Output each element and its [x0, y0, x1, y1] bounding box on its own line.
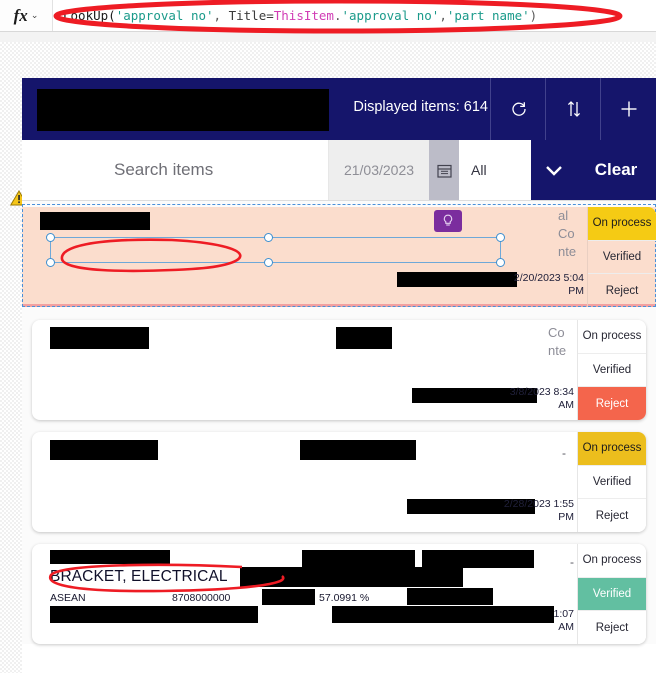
- status-verified-button[interactable]: Verified: [578, 465, 646, 500]
- lightbulb-icon: [443, 214, 453, 226]
- item-field-redacted: [407, 588, 493, 605]
- status-button-group: On process Verified Reject: [577, 432, 646, 532]
- item-field-redacted: [422, 550, 534, 568]
- item-dash: -: [570, 555, 574, 569]
- item-field-redacted: [262, 589, 315, 605]
- app-header: Displayed items: 614: [22, 78, 656, 140]
- fx-icon: fx: [13, 6, 28, 25]
- item-field-redacted: [397, 272, 517, 287]
- item-field-redacted: [240, 567, 463, 587]
- resize-handle[interactable]: [46, 233, 55, 242]
- formula-token-function: LookUp(: [63, 8, 116, 23]
- resize-handle[interactable]: [46, 258, 55, 267]
- item-truncated-text: al Co nte: [558, 208, 577, 259]
- formula-token-dot: .: [333, 8, 342, 23]
- item-field-redacted: [332, 606, 554, 623]
- list-item[interactable]: al Co nte 2/20/2023 5:04 PM On process V…: [22, 204, 656, 307]
- chevron-down-icon: [545, 166, 562, 176]
- calendar-button[interactable]: [429, 140, 459, 200]
- status-verified-button[interactable]: Verified: [578, 577, 646, 612]
- refresh-button[interactable]: [490, 78, 546, 140]
- status-on-process-button[interactable]: On process: [578, 544, 646, 578]
- item-date: 3/8/2023 8:34 AM: [509, 386, 574, 411]
- list-item[interactable]: - BRACKET, ELECTRICAL ASEAN 8708000000 5…: [32, 544, 646, 644]
- chevron-down-icon: ⌄: [30, 10, 39, 20]
- item-date: 2/20/2023 5:04 PM: [513, 272, 584, 297]
- formula-bar: fx ⌄ LookUp('approval no', Title=ThisIte…: [0, 0, 656, 32]
- resize-handle[interactable]: [496, 258, 505, 267]
- item-part-name: BRACKET, ELECTRICAL: [50, 568, 228, 585]
- item-title-redacted: [50, 327, 149, 349]
- formula-token-title: Title=: [228, 8, 274, 23]
- formula-input[interactable]: LookUp('approval no', Title=ThisItem.'ap…: [53, 8, 656, 23]
- resize-handle[interactable]: [264, 233, 273, 242]
- item-title-redacted: [50, 440, 158, 460]
- calendar-icon: [436, 164, 452, 178]
- status-reject-button[interactable]: Reject: [578, 387, 646, 420]
- status-button-group: On process Verified Reject: [587, 207, 656, 307]
- formula-token-thisitem: ThisItem: [273, 8, 334, 23]
- formula-token-string-1: 'approval no': [115, 8, 214, 23]
- status-verified-button[interactable]: Verified: [578, 353, 646, 388]
- formula-token-comma-1: ,: [213, 8, 229, 23]
- displayed-items-count: Displayed items: 614: [353, 99, 488, 115]
- status-on-process-button[interactable]: On process: [588, 207, 656, 241]
- item-title-redacted: [40, 212, 150, 230]
- item-hs-code: 8708000000: [172, 592, 231, 604]
- status-reject-button[interactable]: Reject: [578, 611, 646, 644]
- item-title-redacted: [50, 550, 170, 564]
- gallery-app: Displayed items: 614 Search items 21/03/…: [22, 78, 656, 673]
- status-reject-button[interactable]: Reject: [588, 274, 656, 307]
- item-field-redacted: [336, 327, 392, 349]
- formula-token-string-2: 'approval no': [341, 8, 440, 23]
- item-field-redacted: [50, 606, 258, 623]
- list-item[interactable]: - 2/28/2023 1:55 PM On process Verified …: [32, 432, 646, 532]
- clear-button[interactable]: Clear: [576, 140, 656, 200]
- add-button[interactable]: [600, 78, 656, 140]
- search-row: Search items 21/03/2023 All Clear: [22, 140, 656, 201]
- formula-token-string-3: 'part name': [446, 8, 530, 23]
- resize-handle[interactable]: [264, 258, 273, 267]
- items-gallery: al Co nte 2/20/2023 5:04 PM On process V…: [22, 201, 656, 644]
- item-truncated-text: Co nte: [548, 325, 567, 358]
- list-item[interactable]: Co nte 3/8/2023 8:34 AM On process Verif…: [32, 320, 646, 420]
- annotation-ellipse-card1: [60, 238, 242, 273]
- status-reject-button[interactable]: Reject: [578, 499, 646, 532]
- item-field-redacted: [302, 550, 415, 568]
- sort-icon: [567, 101, 580, 117]
- status-on-process-button[interactable]: On process: [578, 432, 646, 466]
- fx-toggle-button[interactable]: fx ⌄: [0, 0, 53, 31]
- sort-button[interactable]: [545, 78, 601, 140]
- status-button-group: On process Verified Reject: [577, 320, 646, 420]
- date-filter-input[interactable]: 21/03/2023: [329, 140, 429, 200]
- search-input[interactable]: Search items: [22, 140, 329, 200]
- item-date: 2/28/2023 1:55 PM: [503, 498, 574, 523]
- app-title-redacted: [37, 89, 329, 131]
- item-field-redacted: [300, 440, 416, 460]
- item-percentage: 57.0991 %: [319, 592, 370, 604]
- filter-select-value[interactable]: All: [459, 140, 531, 200]
- plus-icon: [621, 101, 636, 117]
- refresh-icon: [511, 102, 526, 116]
- status-on-process-button[interactable]: On process: [578, 320, 646, 354]
- status-button-group: On process Verified Reject: [577, 544, 646, 644]
- resize-handle[interactable]: [496, 233, 505, 242]
- status-verified-button[interactable]: Verified: [588, 241, 656, 275]
- filter-dropdown-button[interactable]: [531, 140, 576, 200]
- formula-token-close-paren: ): [529, 8, 538, 23]
- insights-badge[interactable]: [434, 210, 462, 232]
- item-region: ASEAN: [50, 592, 86, 604]
- item-dash: -: [562, 446, 566, 460]
- formula-token-comma-2: ,: [439, 8, 447, 23]
